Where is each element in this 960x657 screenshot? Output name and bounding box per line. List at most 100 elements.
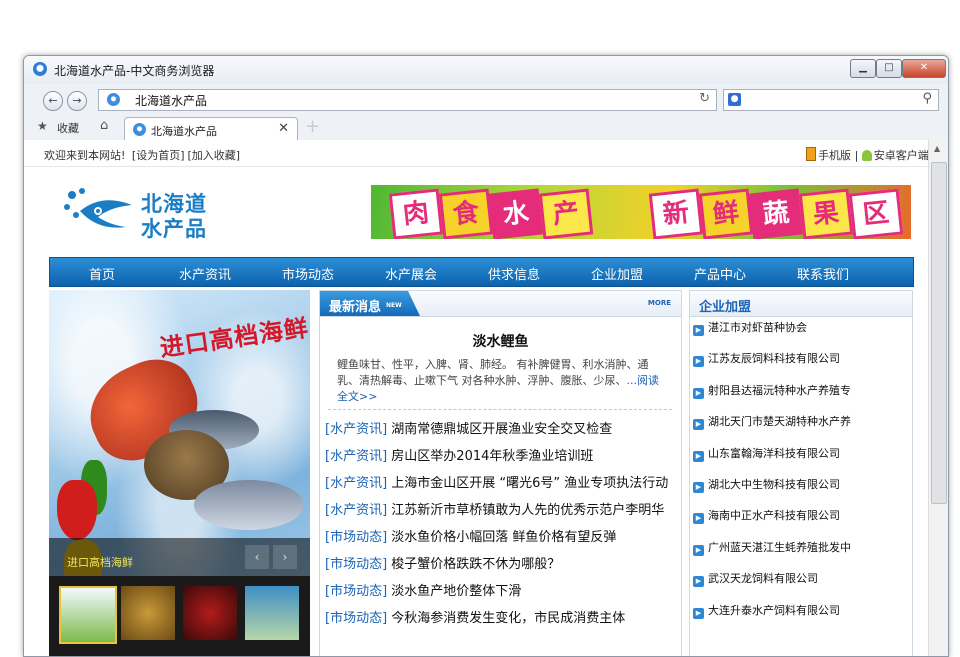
enterprise-item[interactable]: ▶ 江苏友辰饲料科技有限公司 <box>693 350 909 381</box>
nav-item-expo[interactable]: 水产展会 <box>366 264 456 283</box>
nav-item-contact[interactable]: 联系我们 <box>778 264 868 283</box>
news-category[interactable]: [水产资讯] <box>325 422 387 437</box>
news-item[interactable]: [水产资讯] 房山区举办2014年秋季渔业培训班 <box>325 445 677 472</box>
banner-char: 区 <box>848 188 904 239</box>
news-category[interactable]: [市场动态] <box>325 530 387 545</box>
enterprise-name[interactable]: 湛江市对虾苗种协会 <box>708 321 807 334</box>
slide-thumbnail[interactable] <box>121 586 175 640</box>
fish-illustration <box>194 480 304 530</box>
news-category[interactable]: [水产资讯] <box>325 503 387 518</box>
nav-item-products[interactable]: 产品中心 <box>675 264 765 283</box>
favorites-menu[interactable]: 收藏 <box>57 120 79 136</box>
magnifier-icon[interactable]: ⚲ <box>922 91 932 106</box>
image-slideshow[interactable]: 进口高档海鲜 进口高档海鲜 ‹ › <box>49 290 310 656</box>
enterprise-panel: 企业加盟 ▶ 湛江市对虾苗种协会 ▶ 江苏友辰饲料科技有限公司 ▶ 射阳县达福沅特种水… <box>689 290 913 656</box>
search-engine-icon[interactable]: ● <box>728 93 741 106</box>
promo-banner[interactable]: 肉 食 水 产 新 鲜 蔬 果 区 <box>371 185 911 239</box>
slide-thumbnail[interactable] <box>59 586 117 644</box>
enterprise-name[interactable]: 山东富翰海洋科技有限公司 <box>708 447 840 460</box>
scroll-up-icon[interactable]: ▲ <box>934 144 940 153</box>
slide-thumbnail[interactable] <box>183 586 237 640</box>
tab-active[interactable]: 北海道水产品 ✕ <box>124 117 298 141</box>
news-headline[interactable]: 上海市金山区开展 “曙光6号” 渔业专项执法行动 <box>391 476 668 491</box>
android-client-link[interactable]: 安卓客户端 <box>874 149 929 162</box>
news-item[interactable]: [水产资讯] 上海市金山区开展 “曙光6号” 渔业专项执法行动 <box>325 472 677 499</box>
news-headline[interactable]: 今秋海参消费发生变化，市民成消费主体 <box>391 611 625 626</box>
browser-window: 北海道水产品-中文商务浏览器 ▁ □ ✕ ← → 北海道水产品 ↻ ● ⚲ ★ … <box>23 55 949 657</box>
enterprise-name[interactable]: 湖北天门市楚天湖特种水产养 <box>708 415 851 428</box>
enterprise-item[interactable]: ▶ 大连升泰水产饲料有限公司 <box>693 602 909 633</box>
enterprise-item[interactable]: ▶ 海南中正水产科技有限公司 <box>693 507 909 538</box>
enterprise-name[interactable]: 海南中正水产科技有限公司 <box>708 509 840 522</box>
enterprise-name[interactable]: 广州蓝天湛江生蚝养殖批发中 <box>708 541 851 554</box>
news-header: 最新消息 NEW MORE <box>320 291 681 317</box>
enterprise-title: 企业加盟 <box>699 300 752 315</box>
enterprise-item[interactable]: ▶ 湛江市对虾苗种协会 <box>693 319 909 350</box>
enterprise-name[interactable]: 武汉天龙饲料有限公司 <box>708 572 818 585</box>
enterprise-item[interactable]: ▶ 射阳县达福沅特种水产养殖专 <box>693 382 909 413</box>
maximize-button[interactable]: □ <box>876 59 902 78</box>
enterprise-item[interactable]: ▶ 湖北天门市楚天湖特种水产养 <box>693 413 909 444</box>
enterprise-name[interactable]: 湖北大中生物科技有限公司 <box>708 478 840 491</box>
nav-item-join[interactable]: 企业加盟 <box>572 264 662 283</box>
enterprise-item[interactable]: ▶ 湖北大中生物科技有限公司 <box>693 476 909 507</box>
forward-arrow-icon[interactable]: → <box>67 91 87 111</box>
nav-item-market[interactable]: 市场动态 <box>263 264 353 283</box>
enterprise-item[interactable]: ▶ 武汉天龙饲料有限公司 <box>693 570 909 601</box>
enterprise-name[interactable]: 射阳县达福沅特种水产养殖专 <box>708 384 851 397</box>
news-category[interactable]: [水产资讯] <box>325 476 387 491</box>
arrow-bullet-icon: ▶ <box>693 450 704 462</box>
news-item[interactable]: [市场动态] 今秋海参消费发生变化，市民成消费主体 <box>325 607 677 634</box>
news-category[interactable]: [市场动态] <box>325 611 387 626</box>
enterprise-item[interactable]: ▶ 山东富翰海洋科技有限公司 <box>693 445 909 476</box>
news-headline[interactable]: 房山区举办2014年秋季渔业培训班 <box>391 449 593 464</box>
news-headline[interactable]: 淡水鱼价格小幅回落 鲜鱼价格有望反弹 <box>391 530 616 545</box>
arrow-bullet-icon: ▶ <box>693 513 704 525</box>
news-item[interactable]: [水产资讯] 湖南常德鼎城区开展渔业安全交叉检查 <box>325 418 677 445</box>
arrow-bullet-icon: ▶ <box>693 419 704 431</box>
banner-char: 果 <box>798 188 854 239</box>
star-icon[interactable]: ★ <box>37 119 48 133</box>
add-favorite-link[interactable]: [加入收藏] <box>188 149 241 162</box>
back-arrow-icon[interactable]: ← <box>43 91 63 111</box>
slide-next-button[interactable]: › <box>273 545 297 569</box>
news-headline[interactable]: 淡水鱼产地价整体下滑 <box>391 584 521 599</box>
set-homepage-link[interactable]: [设为首页] <box>132 149 185 162</box>
nav-item-home[interactable]: 首页 <box>57 264 147 283</box>
enterprise-name[interactable]: 大连升泰水产饲料有限公司 <box>708 604 840 617</box>
nav-item-supply[interactable]: 供求信息 <box>469 264 559 283</box>
site-logo[interactable]: 北海道 水产品 <box>62 183 222 243</box>
close-icon[interactable]: ✕ <box>278 121 289 136</box>
enterprise-header: 企业加盟 <box>690 291 912 317</box>
slide-thumbnail[interactable] <box>245 586 299 640</box>
news-item[interactable]: [市场动态] 梭子蟹价格跌跌不休为哪般？ <box>325 553 677 580</box>
close-window-button[interactable]: ✕ <box>902 59 946 78</box>
news-category[interactable]: [水产资讯] <box>325 449 387 464</box>
address-bar[interactable]: 北海道水产品 ↻ <box>98 89 717 111</box>
news-item[interactable]: [市场动态] 淡水鱼价格小幅回落 鲜鱼价格有望反弹 <box>325 526 677 553</box>
slide-prev-button[interactable]: ‹ <box>245 545 269 569</box>
nav-item-news[interactable]: 水产资讯 <box>160 264 250 283</box>
home-icon[interactable]: ⌂ <box>100 118 108 133</box>
news-headline[interactable]: 湖南常德鼎城区开展渔业安全交叉检查 <box>391 422 612 437</box>
vertical-scrollbar[interactable]: ▲ <box>928 140 948 656</box>
reload-icon[interactable]: ↻ <box>699 91 710 106</box>
minimize-button[interactable]: ▁ <box>850 59 876 78</box>
enterprise-name[interactable]: 江苏友辰饲料科技有限公司 <box>708 352 840 365</box>
slide-caption[interactable]: 进口高档海鲜 <box>67 554 133 570</box>
news-headline[interactable]: 梭子蟹价格跌跌不休为哪般？ <box>391 557 560 572</box>
news-headline[interactable]: 江苏新沂市草桥镇敢为人先的优秀示范户李明华 <box>391 503 664 518</box>
plus-icon[interactable]: + <box>305 116 320 137</box>
enterprise-item[interactable]: ▶ 广州蓝天湛江生蚝养殖批发中 <box>693 539 909 570</box>
search-box[interactable]: ● ⚲ <box>723 89 939 111</box>
news-more-link[interactable]: MORE <box>648 299 671 307</box>
news-category[interactable]: [市场动态] <box>325 584 387 599</box>
featured-text: 鲤鱼味甘、性平，入脾、肾、肺经。 有补脾健胃、利水消肿、通乳、清热解毒、止嗽下气… <box>337 358 649 387</box>
featured-title[interactable]: 淡水鲤鱼 <box>320 331 681 351</box>
main-navigation: 首页 水产资讯 市场动态 水产展会 供求信息 企业加盟 产品中心 联系我们 <box>49 257 914 287</box>
mobile-version-link[interactable]: 手机版 <box>818 149 851 162</box>
news-category[interactable]: [市场动态] <box>325 557 387 572</box>
news-item[interactable]: [市场动态] 淡水鱼产地价整体下滑 <box>325 580 677 607</box>
scrollbar-thumb[interactable] <box>931 162 947 504</box>
news-item[interactable]: [水产资讯] 江苏新沂市草桥镇敢为人先的优秀示范户李明华 <box>325 499 677 526</box>
